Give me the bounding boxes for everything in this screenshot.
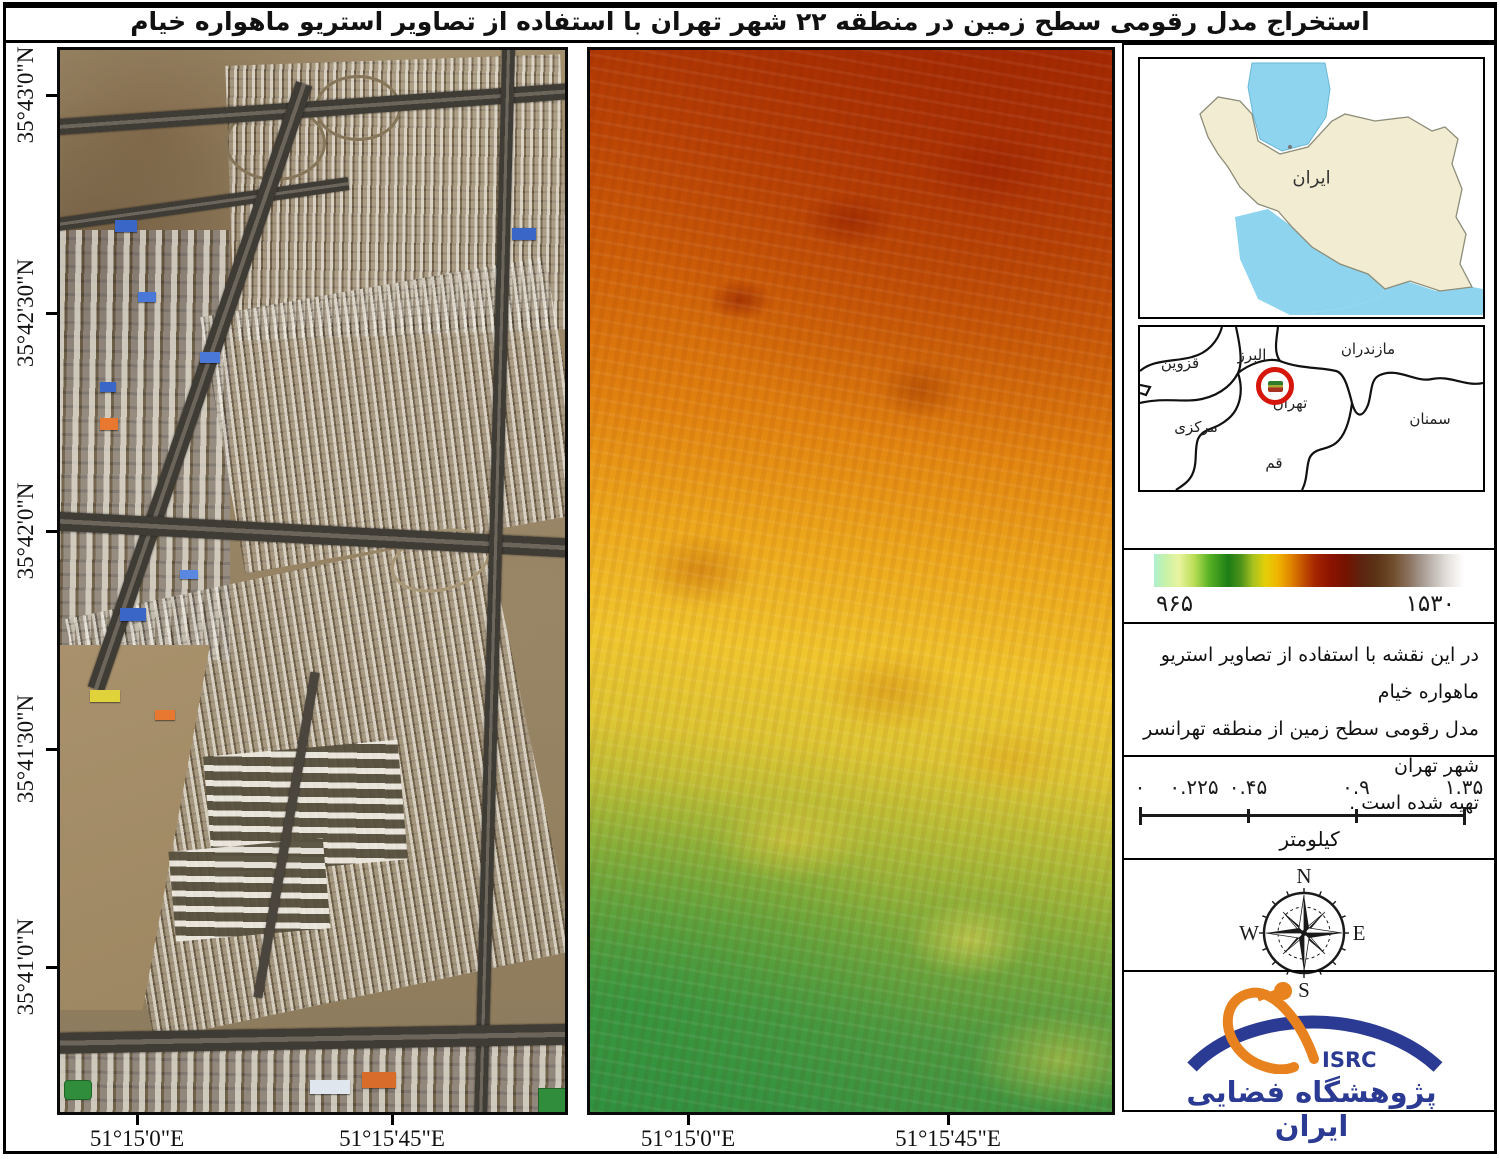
building-roof [362, 1072, 396, 1088]
building-roof [100, 382, 116, 392]
isrc-logo-graphic: ISRC [1154, 979, 1469, 1074]
description-line: مدل رقومی سطح زمین از منطقه تهرانسر شهر … [1134, 711, 1479, 785]
scalebar-label-135: ۱.۳۵ [1445, 775, 1484, 799]
page-title: استخراج مدل رقومی سطح زمین در منطقه ۲۲ ش… [0, 7, 1500, 36]
scalebar-tick [1463, 807, 1466, 825]
scalebar-tick [1139, 807, 1142, 825]
building-roof [512, 228, 536, 240]
scalebar-label-09: ۰.۹ [1342, 775, 1370, 799]
compass-west-label: W [1239, 921, 1259, 945]
dem-elevation-panel [587, 47, 1115, 1115]
tehran-dot [1288, 145, 1292, 149]
building-roof [100, 418, 118, 430]
lat-tick-label: 35°41'0"N [13, 887, 39, 1047]
building-roof [200, 352, 220, 363]
scalebar-line [1139, 814, 1464, 817]
lat-tick-label: 35°42'0"N [13, 451, 39, 611]
dem-texture [590, 50, 1112, 1112]
iran-country-label: ایران [1292, 167, 1330, 188]
satellite-image-panel [57, 47, 568, 1115]
building-roof [180, 570, 198, 579]
scalebar-tick [1247, 809, 1250, 823]
title-divider [3, 40, 1497, 43]
sidebar-divider [1122, 858, 1497, 860]
map-layout-page: استخراج مدل رقومی سطح زمین در منطقه ۲۲ ش… [0, 0, 1500, 1159]
iran-overview-map: ایران [1138, 57, 1485, 319]
scalebar-tick [1355, 809, 1358, 823]
scalebar-label-0225: ۰.۲۲۵ [1169, 775, 1218, 799]
elevation-colorbar [1154, 554, 1464, 587]
sidebar-divider [1122, 622, 1497, 624]
building-roof [310, 1080, 350, 1094]
sports-field [64, 1080, 92, 1100]
isrc-logo: ISRC پژوهشگاه فضایی ایران [1154, 979, 1469, 1109]
scalebar-unit-label: کیلومتر [1124, 827, 1495, 851]
building-roof [138, 292, 156, 302]
lon-tick-label: 51°15'45"E [895, 1126, 1001, 1152]
colorbar-min-label: ۹۶۵ [1156, 591, 1193, 617]
compass-east-label: E [1353, 921, 1366, 945]
lat-tick-label: 35°43'0"N [13, 15, 39, 175]
building-roof [155, 710, 175, 720]
lon-tick-label: 51°15'0"E [90, 1126, 184, 1152]
scalebar-label-045: ۰.۴۵ [1229, 775, 1268, 799]
province-label-markazi: مرکزی [1174, 418, 1217, 436]
building-roof [90, 690, 120, 702]
sports-field [538, 1088, 568, 1114]
province-borders-graphic [1140, 327, 1483, 490]
study-area-highlight-circle [1256, 367, 1294, 405]
building-roof [115, 220, 137, 232]
iran-country-shape [1200, 97, 1472, 291]
logo-acronym: ISRC [1322, 1048, 1377, 1072]
lon-tick-label: 51°15'45"E [339, 1126, 445, 1152]
province-label-qazvin: قزوین [1161, 354, 1199, 372]
sidebar-divider [1122, 970, 1497, 972]
satellite-apartment-rows [168, 838, 330, 941]
lon-tick [687, 1115, 690, 1125]
region-locator-map: قزوین البرز مازندران تهران سمنان مرکزی ق… [1138, 325, 1485, 492]
study-area-thumbnail [1268, 381, 1283, 392]
lon-tick-label: 51°15'0"E [641, 1126, 735, 1152]
lon-tick [136, 1115, 139, 1125]
building-roof [120, 608, 146, 621]
sidebar-divider [1122, 548, 1497, 550]
province-label-qom: قم [1265, 454, 1282, 472]
logo-name-text: پژوهشگاه فضایی ایران [1154, 1075, 1469, 1143]
lon-tick [947, 1115, 950, 1125]
scalebar-label-0: ۰ [1135, 775, 1146, 799]
province-label-semnan: سمنان [1409, 410, 1450, 428]
province-label-mazandaran: مازندران [1341, 340, 1395, 358]
lon-tick [391, 1115, 394, 1125]
description-line: در این نقشه با استفاده از تصاویر استریو … [1134, 637, 1479, 711]
lat-tick-label: 35°41'30"N [13, 669, 39, 829]
province-label-alborz: البرز [1238, 346, 1267, 364]
lat-tick-label: 35°42'30"N [13, 233, 39, 393]
compass-north-label: N [1296, 864, 1311, 888]
sidebar-divider [1122, 755, 1497, 757]
colorbar-max-label: ۱۵۳۰ [1406, 591, 1455, 617]
sidebar: ایران قزوین البرز مازندران تهران سمنان م… [1122, 43, 1497, 1112]
logo-satellite-dot [1274, 982, 1292, 1000]
